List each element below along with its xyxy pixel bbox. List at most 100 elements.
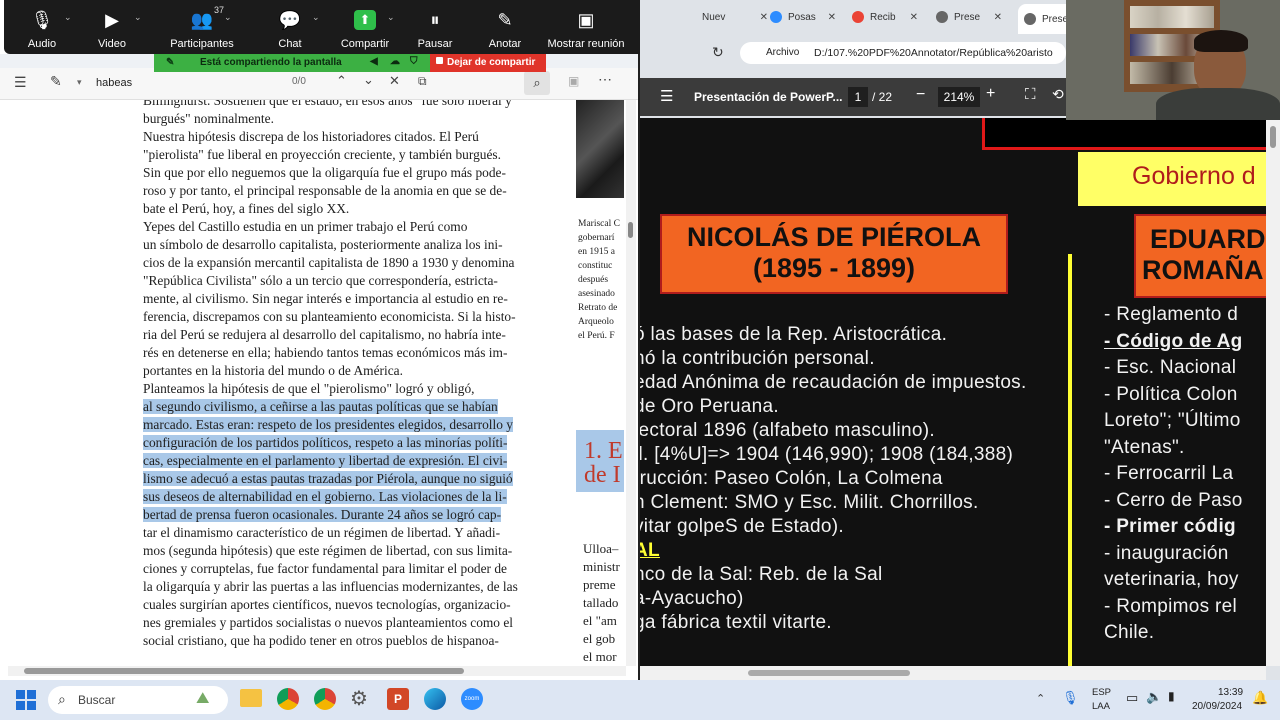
browser-tab-1[interactable]: Posas ✕ (764, 6, 844, 28)
windows-start-icon[interactable] (16, 690, 36, 710)
pdf-toolbar: ☰ ✎ ▾ 0/0 ⌃ ⌄ ✕ ⧉ ⌕ ▣ ⋯ (0, 68, 638, 100)
pdf-text-line: social cristiano, que ha podido tener en… (143, 632, 563, 650)
slide-horizontal-scrollbar[interactable] (640, 666, 1266, 680)
slide-right-line: - Reglamento d (1104, 304, 1239, 325)
sharing-label: Está compartiendo la pantalla (200, 57, 342, 68)
stop-share-button[interactable]: Dejar de compartir (430, 54, 546, 72)
pdf-text-line: "República Civilista" sólo a un tercio q… (143, 272, 563, 290)
edge-icon[interactable] (424, 688, 446, 710)
cloud-icon[interactable]: ☁ (390, 56, 400, 67)
pdf-text-line-partial-highlight: tar el dinamismo característico de un ré… (143, 524, 563, 542)
browser-tab-2[interactable]: Recib ✕ (846, 6, 926, 28)
pdf-text-line: ria del Perú se redujera al desarrollo d… (143, 326, 563, 344)
hscroll-thumb[interactable] (24, 668, 464, 674)
pin-icon[interactable]: ✎ (166, 57, 174, 68)
pdf-text-line: cios de la expansión mercantil capitalis… (143, 254, 563, 272)
page-number-input[interactable]: 1 (848, 87, 868, 107)
clock-date[interactable]: 20/09/2024 (1192, 701, 1242, 712)
fit-page-icon[interactable]: ⛶ (1025, 86, 1036, 103)
taskbar-search[interactable]: ⌕ Buscar ⛰ (48, 686, 228, 714)
chevron-down-icon[interactable]: ⌄ (224, 12, 232, 23)
save-icon[interactable]: ▣ (568, 74, 579, 88)
list-icon[interactable]: ☰ (14, 74, 27, 91)
keyboard-layout-indicator[interactable]: LAA (1092, 701, 1110, 712)
scrollbar-thumb[interactable] (628, 222, 633, 238)
pause-icon: ⏸ (430, 9, 440, 30)
pdf-text-line: "pierolista" fue liberal en proyección c… (143, 146, 563, 164)
browser-tab-label: Posas (788, 11, 816, 23)
tray-microphone-icon[interactable]: 🎙 (1062, 690, 1079, 706)
zoom-app-icon[interactable]: zoom (461, 688, 483, 710)
speaker-icon[interactable]: ◀ (370, 56, 378, 67)
zoom-item-label: Audio (27, 38, 57, 50)
zoom-item-label: Anotar (488, 38, 522, 50)
volume-icon[interactable]: 🔈 (1146, 689, 1162, 705)
pdf-text-line: configuración de los partidos políticos,… (143, 434, 563, 452)
page-total: / 22 (872, 90, 893, 104)
chrome-icon[interactable] (277, 688, 299, 710)
zoom-anotar-button[interactable]: ✎ Anotar (465, 6, 545, 52)
clock-time[interactable]: 13:39 (1218, 687, 1243, 698)
network-icon[interactable]: ▭ (1126, 690, 1138, 706)
powerpoint-icon[interactable]: P (387, 688, 409, 710)
zoom-out-icon[interactable]: − (916, 86, 925, 104)
tab-close-icon[interactable]: ✕ (994, 12, 1002, 23)
search-icon[interactable]: ⌕ (524, 71, 550, 95)
chevron-down-icon[interactable]: ⌄ (312, 12, 320, 23)
zoom-in-icon[interactable]: + (986, 85, 995, 103)
browser-tab-label: Prese (954, 11, 981, 23)
file-explorer-icon[interactable] (240, 689, 262, 707)
pdf-line-text: sus deseos de alternabilidad en el gobie… (143, 489, 507, 504)
tray-chevron-icon[interactable]: ⌃ (1036, 692, 1045, 705)
settings-icon[interactable]: ⚙ (350, 686, 368, 711)
search-prev-icon[interactable]: ⌃ (336, 73, 347, 89)
zoom-pausar-button[interactable]: ⏸ Pausar (395, 6, 475, 52)
zoom-mostrar-reunion-button[interactable]: ▣ Mostrar reunión (546, 6, 626, 52)
rotate-icon[interactable]: ⟲ (1052, 86, 1064, 103)
page-view-icon[interactable]: ⧉ (418, 74, 427, 89)
webcam-video (1066, 0, 1280, 120)
pdf-text-line: la oligarquía y abrir las puertas a las … (143, 578, 563, 596)
pdf-vertical-scrollbar[interactable] (626, 100, 636, 666)
battery-icon[interactable]: ▮ (1168, 689, 1175, 703)
menu-icon[interactable]: ☰ (660, 87, 673, 105)
chrome-profile-icon[interactable] (314, 688, 336, 710)
more-icon[interactable]: ⋯ (598, 71, 612, 88)
highlight-icon[interactable]: ✎ (50, 73, 62, 90)
globe-icon (1024, 13, 1036, 25)
language-indicator[interactable]: ESP (1092, 687, 1111, 698)
side-heading-line: 1. E (584, 438, 623, 464)
chevron-down-icon[interactable]: ⌄ (134, 12, 142, 23)
slide-hscroll-thumb[interactable] (748, 670, 910, 676)
chevron-down-icon[interactable]: ⌄ (387, 12, 395, 23)
chevron-down-icon[interactable]: ⌄ (64, 12, 72, 23)
slide-scroll-thumb[interactable] (1270, 126, 1276, 148)
search-input[interactable] (92, 72, 314, 94)
chevron-down-icon[interactable]: ▾ (77, 77, 82, 88)
pdf-text-line: Billinghurst. Sostienen que el estado, e… (143, 100, 563, 110)
tab-close-icon[interactable]: ✕ (910, 12, 918, 23)
notification-bell-icon[interactable]: 🔔 (1252, 690, 1268, 706)
tab-close-icon[interactable]: ✕ (828, 12, 836, 23)
pdf-line-text: marcado. Estas eran: respeto de los pres… (143, 417, 513, 432)
slide-vertical-scrollbar[interactable] (1266, 118, 1280, 666)
pen-icon: ✎ (497, 9, 513, 30)
pdf-line-text: mente, al civilismo. Sin negar interés e… (143, 291, 508, 306)
pierola-years: (1895 - 1899) (752, 253, 916, 283)
address-bar[interactable]: Archivo D:/107.%20PDF%20Annotator/Repúbl… (740, 42, 1066, 64)
search-next-icon[interactable]: ⌄ (363, 72, 374, 88)
shield-icon[interactable]: ⛉ (410, 56, 418, 67)
taskbar-search-label: Buscar (78, 693, 116, 707)
pdf-line-text: "pierolista" fue liberal en proyección c… (143, 147, 501, 162)
zoom-item-label: Mostrar reunión (547, 38, 625, 50)
address-url: D:/107.%20PDF%20Annotator/República%20ar… (814, 47, 1053, 59)
browser-tab-3[interactable]: Prese ✕ (930, 6, 1010, 28)
pdf-text-line: cuales surgirían aportes científicos, nu… (143, 596, 563, 614)
pdf-text-line: mos (segunda hipótesis) que este régimen… (143, 542, 563, 560)
zoom-level[interactable]: 214% (938, 87, 980, 107)
reload-icon[interactable]: ↻ (712, 44, 724, 61)
pdf-text-line: al segundo civilismo, a ceñirse a las pa… (143, 398, 563, 416)
close-icon[interactable]: ✕ (389, 73, 400, 89)
pdf-horizontal-scrollbar[interactable] (8, 666, 626, 676)
slide-left-line: ó las bases de la Rep. Aristocrática. (640, 324, 948, 345)
